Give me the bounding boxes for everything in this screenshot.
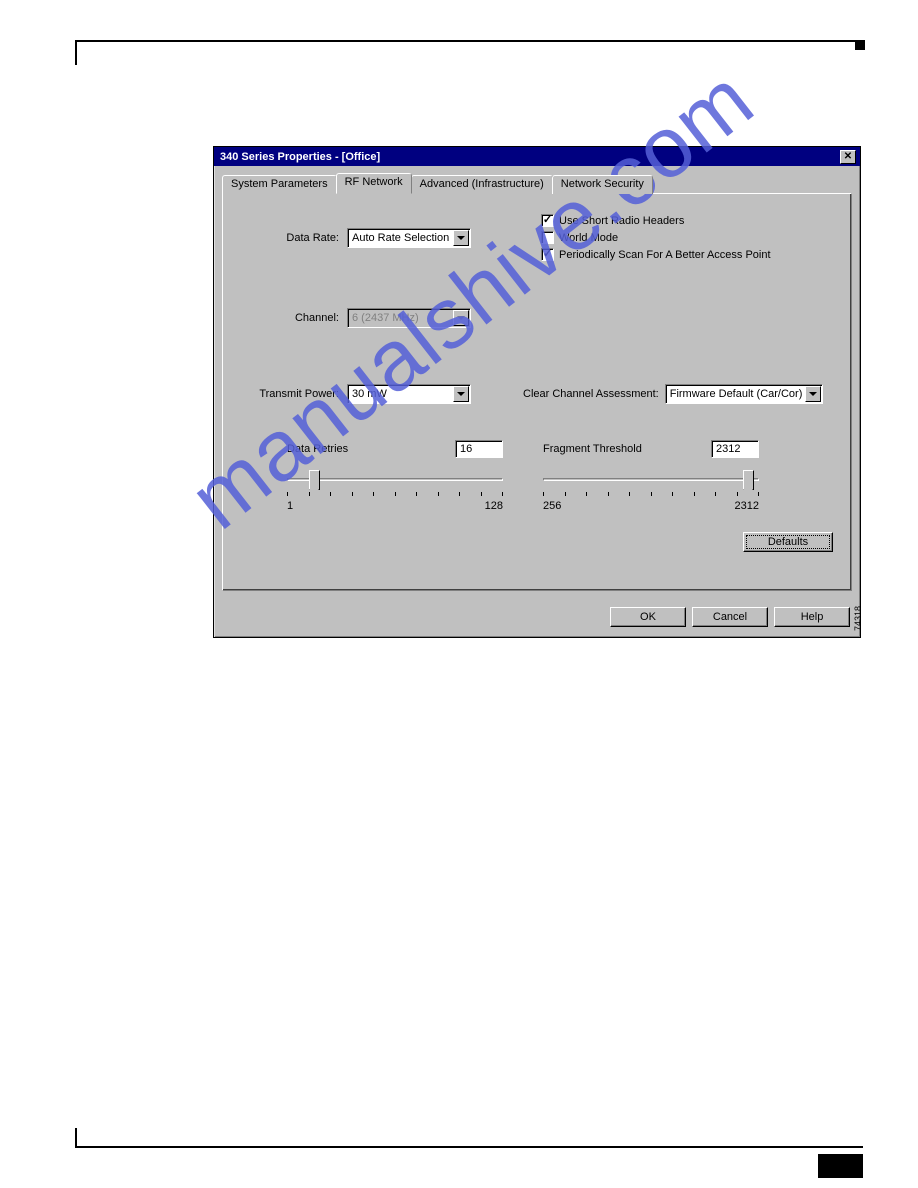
fragment-threshold-range: 256 2312 <box>543 500 759 512</box>
tab-area: System Parameters RF Network Advanced (I… <box>214 166 860 599</box>
use-short-radio-headers-label: Use Short Radio Headers <box>559 215 684 227</box>
fragment-threshold-min: 256 <box>543 500 561 512</box>
transmit-power-row: Transmit Power: 30 mW <box>259 384 471 404</box>
world-mode-checkbox[interactable] <box>541 231 554 244</box>
data-retries-label: Data Retries <box>287 443 348 455</box>
tab-rf-network[interactable]: RF Network <box>336 173 412 194</box>
clear-channel-row: Clear Channel Assessment: Firmware Defau… <box>523 384 823 404</box>
transmit-power-dropdown[interactable]: 30 mW <box>347 384 471 404</box>
page-top-left-bar <box>75 40 77 65</box>
clear-channel-value: Firmware Default (Car/Cor) <box>670 388 803 400</box>
slider-ticks <box>543 492 759 496</box>
ok-button[interactable]: OK <box>610 607 686 627</box>
help-button[interactable]: Help <box>774 607 850 627</box>
dropdown-arrow-icon <box>453 230 469 246</box>
clear-channel-dropdown[interactable]: Firmware Default (Car/Cor) <box>665 384 823 404</box>
periodically-scan-checkbox[interactable] <box>541 248 554 261</box>
figure-number: 74318 <box>853 606 863 631</box>
world-mode-label: World Mode <box>559 232 618 244</box>
defaults-row: Defaults <box>743 532 833 552</box>
tab-network-security[interactable]: Network Security <box>552 175 653 194</box>
data-retries-input[interactable] <box>455 440 503 458</box>
page-bottom-rule <box>75 1146 863 1148</box>
tab-strip: System Parameters RF Network Advanced (I… <box>222 173 852 194</box>
channel-label: Channel: <box>259 312 339 324</box>
data-retries-group: Data Retries 1 128 <box>287 440 503 512</box>
titlebar: 340 Series Properties - [Office] ✕ <box>214 147 860 166</box>
slider-ticks <box>287 492 503 496</box>
fragment-threshold-max: 2312 <box>735 500 759 512</box>
properties-dialog: 340 Series Properties - [Office] ✕ Syste… <box>213 146 861 638</box>
data-retries-max: 128 <box>485 500 503 512</box>
transmit-power-label: Transmit Power: <box>259 388 339 400</box>
close-button[interactable]: ✕ <box>840 150 856 164</box>
fragment-threshold-slider[interactable] <box>543 468 759 498</box>
transmit-power-value: 30 mW <box>352 388 387 400</box>
cancel-button[interactable]: Cancel <box>692 607 768 627</box>
slider-thumb[interactable] <box>743 470 754 490</box>
dropdown-arrow-icon <box>805 386 821 402</box>
channel-dropdown: 6 (2437 MHz) <box>347 308 471 328</box>
fragment-threshold-label: Fragment Threshold <box>543 443 642 455</box>
data-retries-range: 1 128 <box>287 500 503 512</box>
defaults-button[interactable]: Defaults <box>743 532 833 552</box>
data-rate-row: Data Rate: Auto Rate Selection <box>259 228 471 248</box>
data-retries-min: 1 <box>287 500 293 512</box>
channel-row: Channel: 6 (2437 MHz) <box>259 308 471 328</box>
use-short-radio-headers-row[interactable]: Use Short Radio Headers <box>541 214 771 227</box>
periodically-scan-row[interactable]: Periodically Scan For A Better Access Po… <box>541 248 771 261</box>
world-mode-row[interactable]: World Mode <box>541 231 771 244</box>
tab-advanced-infrastructure[interactable]: Advanced (Infrastructure) <box>411 175 553 194</box>
slider-thumb[interactable] <box>309 470 320 490</box>
page-bottom-left-bar <box>75 1128 77 1148</box>
data-rate-value: Auto Rate Selection <box>352 232 449 244</box>
fragment-threshold-group: Fragment Threshold 256 2312 <box>543 440 759 512</box>
use-short-radio-headers-checkbox[interactable] <box>541 214 554 227</box>
slider-track <box>543 478 759 481</box>
data-rate-label: Data Rate: <box>259 232 339 244</box>
data-retries-slider[interactable] <box>287 468 503 498</box>
fragment-threshold-input[interactable] <box>711 440 759 458</box>
periodically-scan-label: Periodically Scan For A Better Access Po… <box>559 249 771 261</box>
clear-channel-label: Clear Channel Assessment: <box>523 388 659 400</box>
page-number-block <box>818 1154 863 1178</box>
window-title: 340 Series Properties - [Office] <box>220 151 380 163</box>
dropdown-arrow-icon <box>453 310 469 326</box>
checkbox-group: Use Short Radio Headers World Mode Perio… <box>541 214 771 261</box>
page-top-rule <box>75 40 863 55</box>
dropdown-arrow-icon <box>453 386 469 402</box>
rf-network-panel: Data Rate: Auto Rate Selection Use Short… <box>222 193 852 591</box>
tab-system-parameters[interactable]: System Parameters <box>222 175 337 194</box>
dialog-footer: OK Cancel Help <box>214 599 860 637</box>
data-rate-dropdown[interactable]: Auto Rate Selection <box>347 228 471 248</box>
channel-value: 6 (2437 MHz) <box>352 312 419 324</box>
